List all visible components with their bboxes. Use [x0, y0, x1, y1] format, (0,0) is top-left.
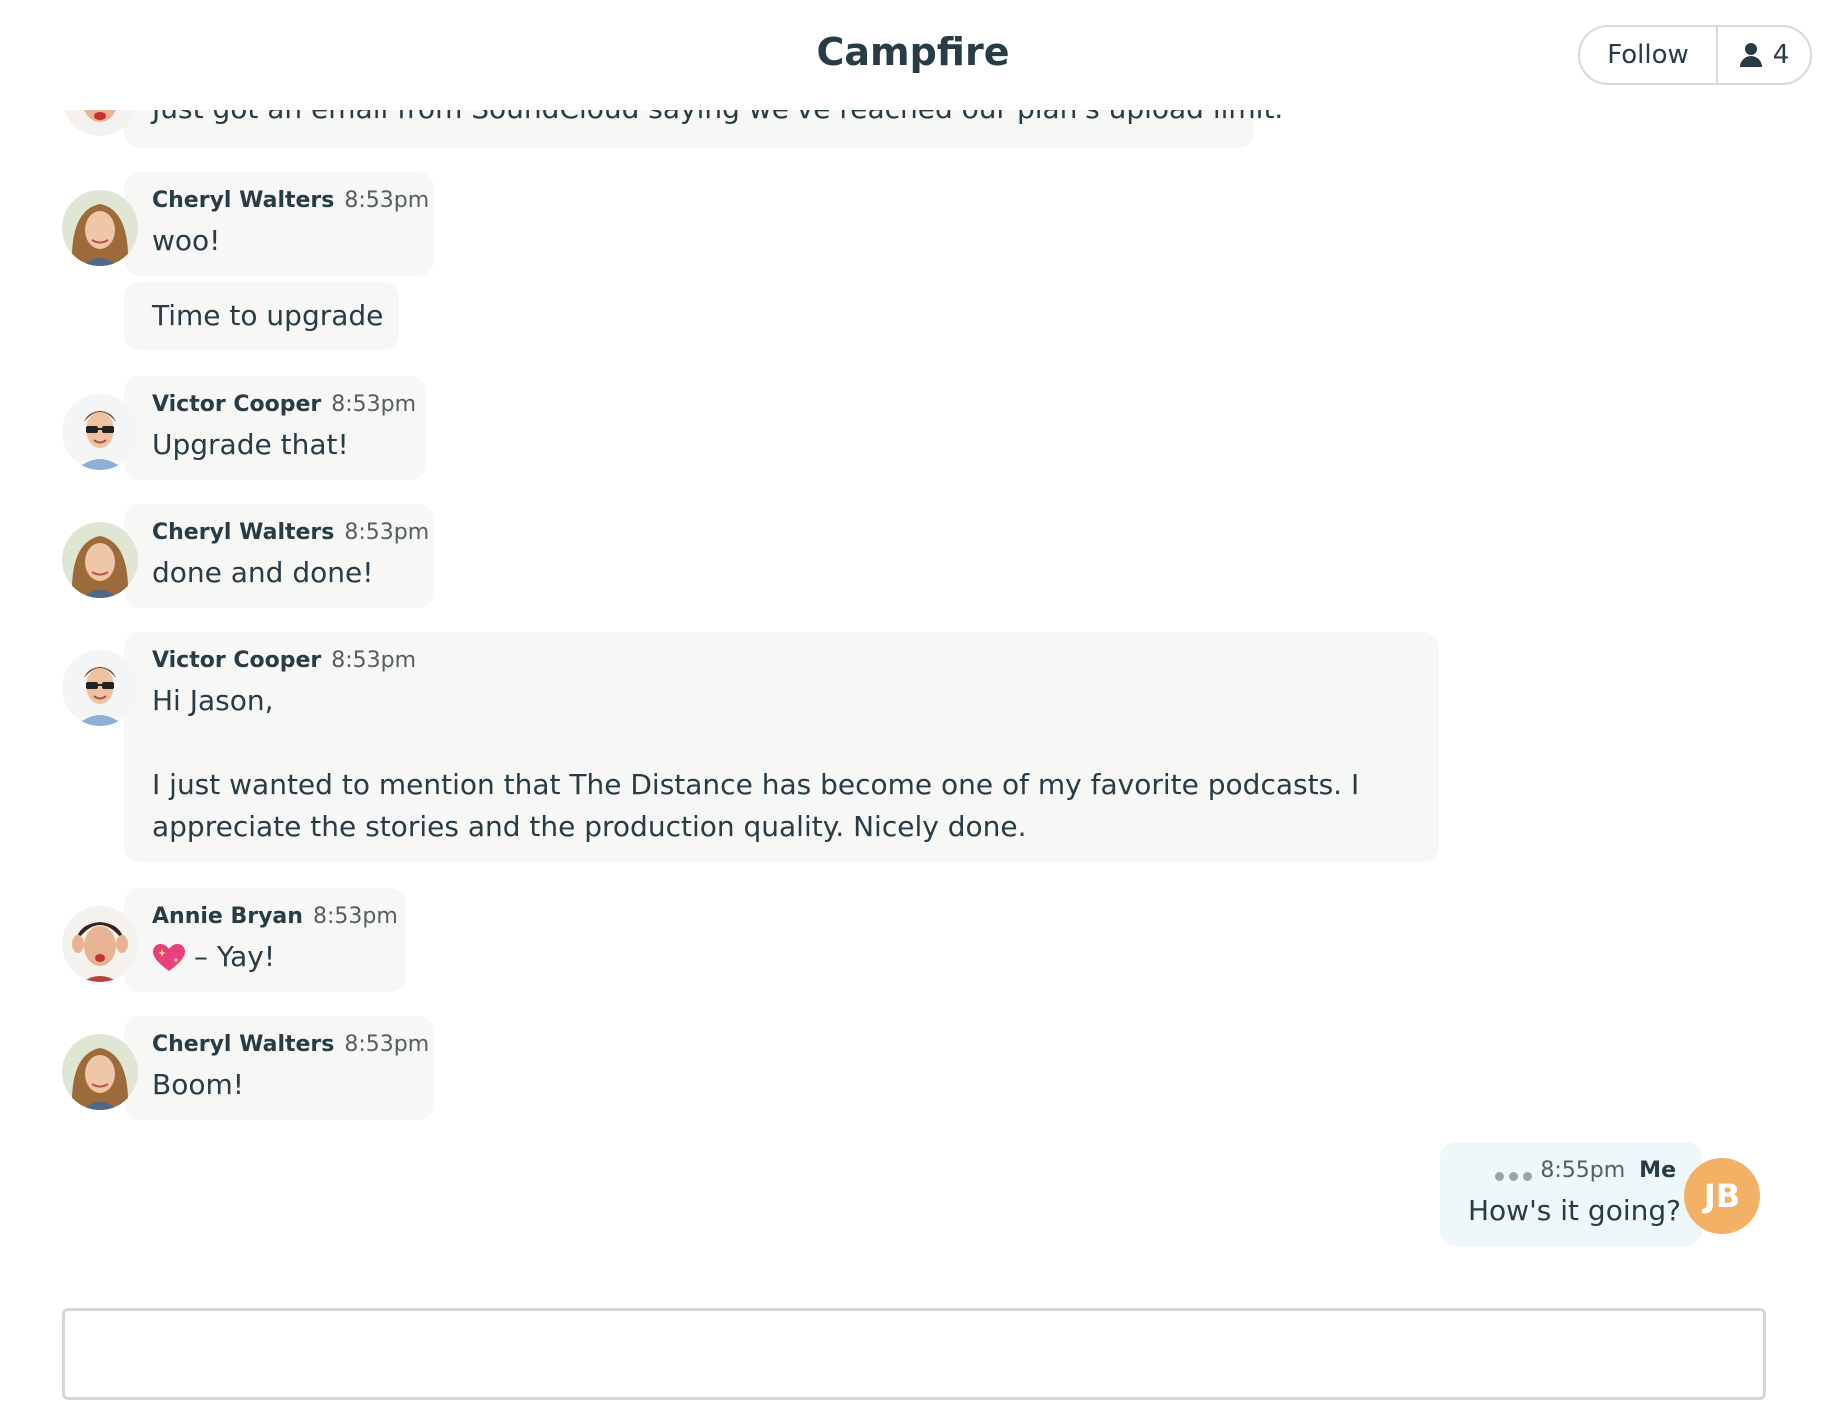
message-meta: Victor Cooper 8:53pm — [152, 648, 416, 673]
message-meta: Cheryl Walters 8:53pm — [152, 1032, 429, 1057]
message-text-content: – Yay! — [194, 940, 276, 973]
message-time[interactable]: 8:53pm — [313, 904, 398, 929]
message-time[interactable]: 8:53pm — [344, 188, 429, 213]
message-meta: Cheryl Walters 8:53pm — [152, 520, 429, 545]
sparkling-heart-emoji-icon — [153, 944, 185, 971]
message-time[interactable]: 8:53pm — [344, 520, 429, 545]
message-text-line: I just wanted to mention that The Distan… — [152, 768, 1360, 801]
message-time[interactable]: 8:53pm — [331, 648, 416, 673]
message-author[interactable]: Me — [1639, 1158, 1676, 1183]
message-text: done and done! — [152, 556, 374, 589]
message-text-line: appreciate the stories and the productio… — [152, 810, 1027, 843]
message-bubble: Annie Bryan 8:53pm – Yay! — [124, 888, 406, 992]
message-author[interactable]: Annie Bryan — [152, 904, 303, 929]
message-meta: Annie Bryan 8:53pm — [152, 904, 398, 929]
message-author[interactable]: Cheryl Walters — [152, 188, 334, 213]
avatar-annie-bryan[interactable] — [62, 906, 138, 982]
follow-controls: Follow 4 — [1578, 25, 1812, 85]
message-options-icon[interactable] — [1495, 1172, 1532, 1181]
message-composer-input[interactable] — [62, 1308, 1766, 1400]
message-time[interactable]: 8:53pm — [331, 392, 416, 417]
message-text-line: Hi Jason, — [152, 684, 274, 717]
message-text: – Yay! — [152, 936, 275, 978]
message-author[interactable]: Victor Cooper — [152, 648, 321, 673]
my-avatar[interactable]: JB — [1684, 1158, 1760, 1234]
my-message-bubble: 8:55pm Me How's it going? — [1440, 1142, 1702, 1246]
message-bubble: Cheryl Walters 8:53pm done and done! — [124, 504, 434, 608]
member-count: 4 — [1772, 40, 1790, 70]
avatar-cheryl-walters[interactable] — [62, 1034, 138, 1110]
message-time[interactable]: 8:53pm — [344, 1032, 429, 1057]
message-text: Boom! — [152, 1068, 244, 1101]
avatar-cheryl-walters[interactable] — [62, 190, 138, 266]
message-time[interactable]: 8:55pm — [1540, 1158, 1625, 1183]
message-meta: 8:55pm Me — [1540, 1158, 1676, 1183]
message-text: woo! — [152, 224, 221, 257]
message-bubble: Victor Cooper 8:53pm Upgrade that! — [124, 376, 426, 480]
message-bubble: Cheryl Walters 8:53pm Boom! — [124, 1016, 434, 1120]
message-meta: Cheryl Walters 8:53pm — [152, 188, 429, 213]
message-bubble: Victor Cooper 8:53pm Hi Jason, I just wan… — [124, 632, 1439, 862]
avatar-victor-cooper[interactable] — [62, 650, 138, 726]
message-bubble: Time to upgrade — [124, 282, 399, 350]
person-icon — [1739, 43, 1763, 67]
message-author[interactable]: Cheryl Walters — [152, 520, 334, 545]
members-button[interactable]: 4 — [1718, 27, 1810, 83]
page-title: Campfire — [816, 30, 1010, 74]
message-text: Time to upgrade — [152, 299, 384, 332]
message-meta: Victor Cooper 8:53pm — [152, 392, 416, 417]
message-author[interactable]: Cheryl Walters — [152, 1032, 334, 1057]
follow-button[interactable]: Follow — [1580, 27, 1718, 83]
page-header: Campfire Follow 4 — [0, 0, 1826, 110]
message-text: How's it going? — [1468, 1194, 1681, 1227]
message-author[interactable]: Victor Cooper — [152, 392, 321, 417]
message-bubble: Cheryl Walters 8:53pm woo! — [124, 172, 434, 276]
message-text: Upgrade that! — [152, 428, 349, 461]
avatar-cheryl-walters[interactable] — [62, 522, 138, 598]
avatar-victor-cooper[interactable] — [62, 394, 138, 470]
